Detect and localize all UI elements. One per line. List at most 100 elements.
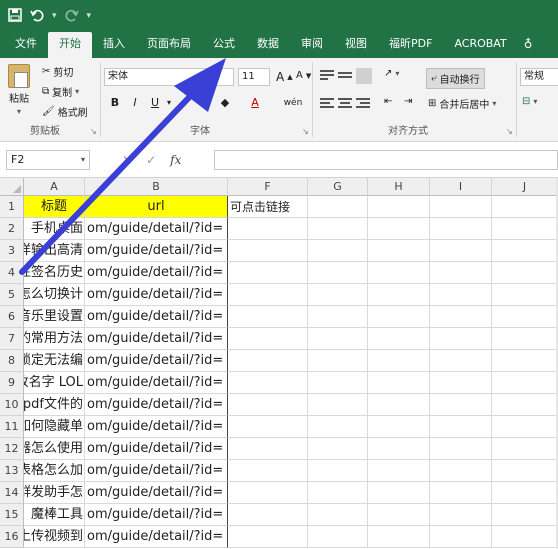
wrap-text-button[interactable]: ⤶ 自动换行: [426, 68, 485, 89]
cell-empty[interactable]: [228, 438, 308, 460]
cell-empty[interactable]: [368, 460, 430, 482]
copy-button[interactable]: ⧉ 复制 ▾: [42, 84, 79, 99]
cell-empty[interactable]: [308, 240, 368, 262]
cell-empty[interactable]: [368, 240, 430, 262]
cell-empty[interactable]: [492, 306, 558, 328]
tab-file[interactable]: 文件: [4, 32, 48, 58]
undo-icon[interactable]: [30, 8, 44, 25]
row-header[interactable]: 6: [0, 306, 24, 328]
cut-button[interactable]: ✂ 剪切: [42, 64, 73, 79]
cell-empty[interactable]: [308, 504, 368, 526]
cell-empty[interactable]: [308, 372, 368, 394]
cell-empty[interactable]: [368, 482, 430, 504]
cell-header-url[interactable]: url: [85, 196, 228, 218]
cell-url[interactable]: om/guide/detail/?id=: [85, 284, 228, 306]
cell-empty[interactable]: [308, 284, 368, 306]
cell-empty[interactable]: [368, 328, 430, 350]
cell-empty[interactable]: [308, 416, 368, 438]
cell-empty[interactable]: [308, 328, 368, 350]
cell-url[interactable]: om/guide/detail/?id=: [85, 328, 228, 350]
font-size-select[interactable]: 11: [238, 68, 270, 86]
cell-title[interactable]: 上传视频到: [24, 526, 85, 548]
row-header[interactable]: 14: [0, 482, 24, 504]
cell-empty[interactable]: [228, 328, 308, 350]
tab-acrobat[interactable]: ACROBAT: [443, 32, 517, 58]
tab-foxit-pdf[interactable]: 福昕PDF: [378, 32, 443, 58]
cell-title[interactable]: 音乐里设置: [24, 306, 85, 328]
format-painter-button[interactable]: 🖌 格式刷: [42, 104, 88, 119]
cell-empty[interactable]: [492, 218, 558, 240]
cell-title[interactable]: 魔棒工具: [24, 504, 85, 526]
tab-data[interactable]: 数据: [246, 32, 290, 58]
font-launcher-icon[interactable]: ↘: [302, 127, 309, 136]
increase-indent-button[interactable]: ⇥: [404, 96, 412, 107]
cell-title[interactable]: 表格怎么加: [24, 460, 85, 482]
row-header[interactable]: 13: [0, 460, 24, 482]
check-icon[interactable]: ✓: [146, 153, 156, 167]
cell-empty[interactable]: [430, 328, 492, 350]
decrease-font-button[interactable]: A ▼: [296, 70, 311, 81]
cell-title[interactable]: 器怎么使用: [24, 438, 85, 460]
cell-empty[interactable]: [430, 482, 492, 504]
cell-empty[interactable]: [228, 218, 308, 240]
cell-empty[interactable]: [368, 504, 430, 526]
row-header[interactable]: 3: [0, 240, 24, 262]
cell-empty[interactable]: [368, 350, 430, 372]
cell-empty[interactable]: [228, 350, 308, 372]
cell-empty[interactable]: [430, 526, 492, 548]
row-header[interactable]: 8: [0, 350, 24, 372]
column-header-f[interactable]: F: [228, 178, 308, 196]
cell-empty[interactable]: [430, 460, 492, 482]
redo-icon[interactable]: [65, 8, 79, 25]
cell-url[interactable]: om/guide/detail/?id=: [85, 394, 228, 416]
cell-title[interactable]: 的常用方法: [24, 328, 85, 350]
cell-empty[interactable]: [368, 218, 430, 240]
insert-function-button[interactable]: fx: [170, 153, 181, 167]
fill-color-button[interactable]: ◆: [216, 94, 234, 112]
cell-title[interactable]: 么怎么切换计: [24, 284, 85, 306]
select-all-button[interactable]: [0, 178, 24, 196]
cell-header-link[interactable]: 可点击链接: [228, 196, 308, 218]
cell-url[interactable]: om/guide/detail/?id=: [85, 218, 228, 240]
undo-dropdown-icon[interactable]: ▾: [52, 11, 57, 21]
column-header-a[interactable]: A: [24, 178, 85, 196]
cell-empty[interactable]: [430, 350, 492, 372]
cell-url[interactable]: om/guide/detail/?id=: [85, 438, 228, 460]
cell-empty[interactable]: [228, 240, 308, 262]
accounting-format-button[interactable]: ⊟ ▾: [522, 96, 537, 107]
cell-empty[interactable]: [308, 306, 368, 328]
cell-url[interactable]: om/guide/detail/?id=: [85, 526, 228, 548]
paste-button[interactable]: 粘贴 ▾: [8, 64, 30, 116]
align-left-icon[interactable]: [320, 98, 334, 110]
cell-empty[interactable]: [430, 394, 492, 416]
customize-icon[interactable]: ▾: [87, 11, 92, 21]
cell-empty[interactable]: [368, 526, 430, 548]
cell-empty[interactable]: [430, 218, 492, 240]
cell-empty[interactable]: [430, 262, 492, 284]
cell-empty[interactable]: [228, 504, 308, 526]
cell-empty[interactable]: [228, 306, 308, 328]
cell-empty[interactable]: [492, 504, 558, 526]
alignment-launcher-icon[interactable]: ↘: [506, 127, 513, 136]
align-middle-icon[interactable]: [338, 72, 352, 84]
orientation-button[interactable]: ↗ ▾: [384, 68, 399, 79]
cell-title[interactable]: 样输出高清: [24, 240, 85, 262]
cell-empty[interactable]: [492, 526, 558, 548]
cell-empty[interactable]: [492, 350, 558, 372]
increase-font-button[interactable]: A ▲: [276, 70, 293, 84]
cell-url[interactable]: om/guide/detail/?id=: [85, 372, 228, 394]
clipboard-launcher-icon[interactable]: ↘: [90, 127, 97, 136]
cell-empty[interactable]: [368, 438, 430, 460]
phonetic-button[interactable]: wén: [280, 94, 306, 112]
cell-url[interactable]: om/guide/detail/?id=: [85, 306, 228, 328]
merge-center-button[interactable]: ⊞ 合并后居中 ▾: [428, 96, 496, 111]
cell-title[interactable]: pdf文件的: [24, 394, 85, 416]
cell-empty[interactable]: [492, 284, 558, 306]
row-header[interactable]: 10: [0, 394, 24, 416]
italic-button[interactable]: I: [126, 94, 144, 112]
cell-empty[interactable]: [308, 394, 368, 416]
cell-empty[interactable]: [228, 460, 308, 482]
cell-title[interactable]: 性签名历史: [24, 262, 85, 284]
cell-title[interactable]: 群发助手怎: [24, 482, 85, 504]
cell-empty[interactable]: [308, 350, 368, 372]
